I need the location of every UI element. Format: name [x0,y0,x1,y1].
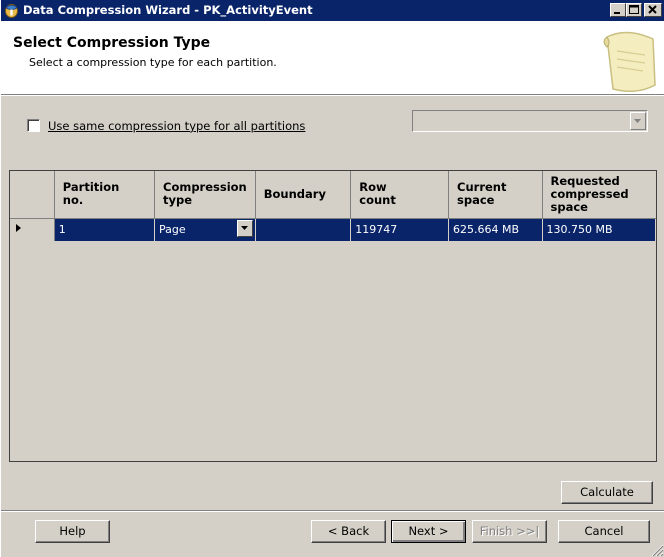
footer-divider [1,510,664,512]
header-divider [1,94,664,96]
title-bar[interactable]: Data Compression Wizard - PK_ActivityEve… [1,0,664,21]
help-button[interactable]: Help [35,520,110,543]
partition-grid[interactable]: Partition no. Compression type Boundary Ro… [9,170,657,462]
cancel-button[interactable]: Cancel [558,520,650,543]
header-line: space [550,199,588,214]
minimize-icon [614,12,620,14]
header-line: compressed [550,186,629,201]
maximize-button[interactable] [626,3,642,17]
same-compression-type-select[interactable] [412,110,648,132]
compression-type-value: Page [159,223,186,236]
back-button-label: < Back [327,524,370,538]
table-row[interactable]: 1 Page 119747 625.664 MB 130.750 MB [10,218,656,242]
same-compression-label[interactable]: Use same compression type for all partit… [48,119,305,133]
same-compression-label-text: Use same compression type for all partit… [48,119,306,133]
next-button[interactable]: Next > [391,520,466,543]
compression-type-select[interactable]: Page [159,220,253,238]
header-line: Boundary [263,186,326,201]
same-compression-checkbox[interactable] [27,119,40,132]
scroll-icon [603,31,656,92]
close-icon [648,5,657,14]
column-header-partition-no[interactable]: Partition no. [54,171,156,219]
page-title: Select Compression Type [13,35,211,51]
grid-corner-header [10,171,55,219]
column-header-requested-space[interactable]: Requested compressed space [542,171,656,219]
grid-header-row: Partition no. Compression type Boundary Ro… [10,171,656,219]
cell-current-space[interactable]: 625.664 MB [448,218,543,242]
cell-boundary[interactable] [255,218,352,242]
dropdown-arrow-icon[interactable] [630,112,646,130]
header-line: type [163,193,193,208]
cell-compression-type[interactable]: Page [154,218,256,242]
header-line: count [359,193,396,208]
header-line: Requested [550,173,620,188]
finish-button-label: Finish >>| [479,524,540,538]
header-line: no. [62,193,84,208]
wizard-header: Select Compression Type Select a compres… [1,21,664,94]
help-button-label: Help [59,524,86,538]
row-pointer-icon [16,224,21,232]
cancel-button-label: Cancel [584,524,624,538]
maximize-icon [629,5,639,14]
close-button[interactable] [644,3,662,17]
cell-requested-space[interactable]: 130.750 MB [542,218,656,242]
calculate-button-label: Calculate [580,485,634,499]
size-grip-icon[interactable] [650,543,664,557]
minimize-button[interactable] [610,3,626,17]
finish-button[interactable]: Finish >>| [472,520,547,543]
column-header-row-count[interactable]: Row count [350,171,450,219]
wizard-window: Data Compression Wizard - PK_ActivityEve… [0,0,664,557]
dropdown-arrow-icon[interactable] [236,220,253,237]
app-icon [4,3,19,18]
cell-row-count[interactable]: 119747 [350,218,450,242]
column-header-boundary[interactable]: Boundary [255,171,352,219]
row-header[interactable] [10,218,55,242]
header-line: space [457,193,495,208]
next-button-label: Next > [408,524,449,538]
back-button[interactable]: < Back [311,520,386,543]
column-header-current-space[interactable]: Current space [448,171,543,219]
calculate-button[interactable]: Calculate [561,481,653,504]
column-header-compression-type[interactable]: Compression type [154,171,256,219]
window-title: Data Compression Wizard - PK_ActivityEve… [23,3,313,17]
page-subtitle: Select a compression type for each parti… [29,56,277,69]
cell-partition-no[interactable]: 1 [54,218,156,242]
